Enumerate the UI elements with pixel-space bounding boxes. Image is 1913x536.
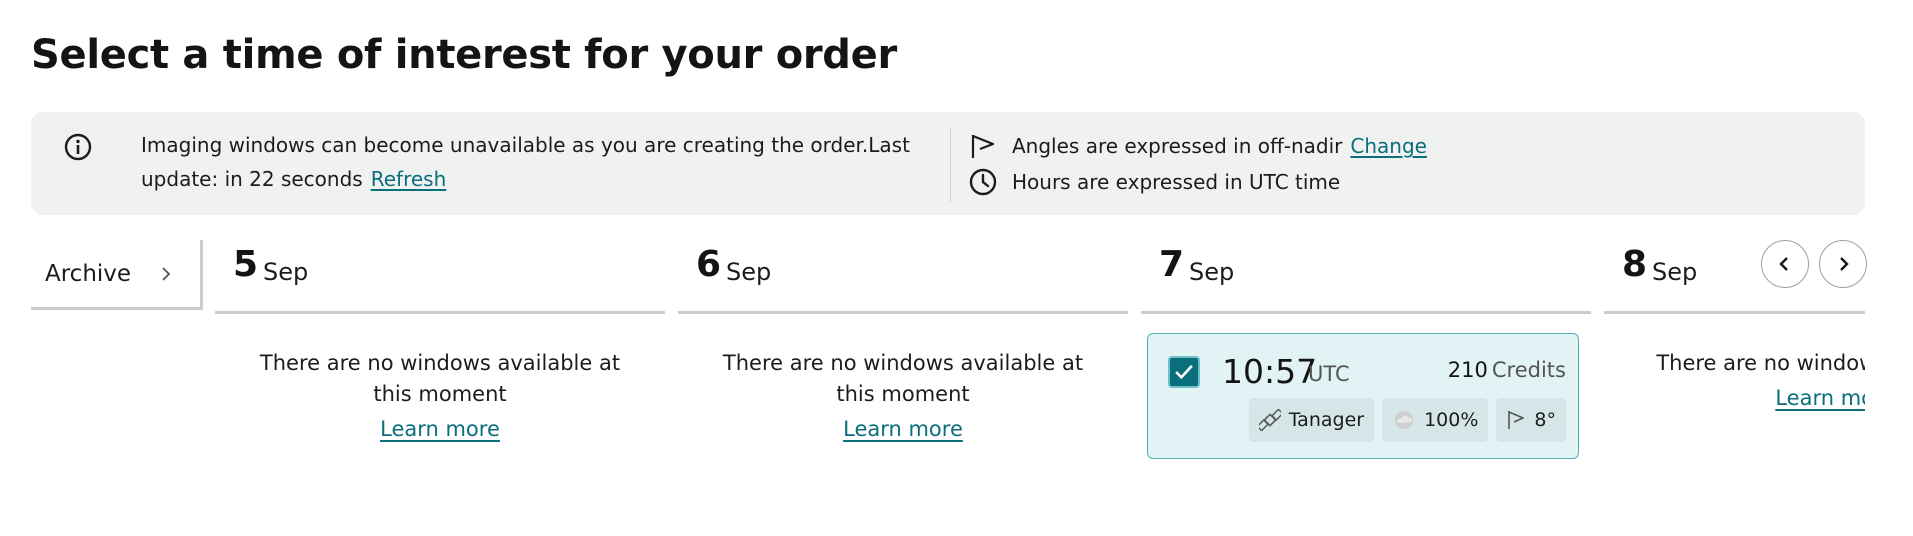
archive-tab[interactable]: Archive	[31, 240, 203, 310]
availability-notice: Imaging windows can become unavailable a…	[63, 128, 923, 196]
credits-value: 210	[1447, 358, 1488, 382]
availability-text-block: Imaging windows can become unavailable a…	[141, 128, 941, 196]
empty-state: There are no windows a moment Learn mor	[1604, 348, 1865, 414]
refresh-link[interactable]: Refresh	[371, 167, 447, 191]
angles-row: Angles are expressed in off-nadir Change	[968, 128, 1848, 164]
chevron-right-icon	[1840, 257, 1849, 271]
availability-text: Imaging windows can become unavailable a…	[141, 133, 910, 191]
empty-text: There are no windows available at this m…	[259, 351, 621, 406]
day-month: Sep	[726, 258, 772, 286]
info-icon	[64, 133, 92, 161]
day-column-6: 6 Sep There are no windows available at …	[678, 240, 1128, 445]
day-column-5: 5 Sep There are no windows available at …	[215, 240, 665, 445]
off-nadir-angle-icon	[971, 134, 995, 158]
angles-text: Angles are expressed in off-nadir	[1012, 134, 1343, 158]
previous-days-button[interactable]	[1761, 240, 1809, 288]
info-banner: Imaging windows can become unavailable a…	[31, 112, 1865, 215]
satellite-name: Tanager	[1288, 409, 1365, 431]
slot-credits: 210 Credits	[1448, 358, 1566, 382]
day-number: 8	[1622, 244, 1648, 285]
empty-state: There are no windows available at this m…	[678, 348, 1128, 445]
day-header: 6 Sep	[678, 240, 1128, 314]
cloud-cover-value: 100%	[1424, 409, 1479, 431]
imaging-window-card[interactable]: 10:57 UTC 210 Credits Tanager 100% 8°	[1147, 333, 1579, 459]
day-month: Sep	[1652, 258, 1698, 286]
learn-more-link[interactable]: Learn more	[380, 414, 500, 445]
day-header: 7 Sep	[1141, 240, 1591, 314]
satellite-chip: Tanager	[1248, 398, 1375, 442]
hours-row: Hours are expressed in UTC time	[968, 164, 1848, 200]
slot-checkbox[interactable]	[1168, 356, 1200, 388]
archive-label: Archive	[45, 260, 132, 287]
day-number: 5	[233, 244, 259, 285]
page-title: Select a time of interest for your order	[31, 32, 897, 78]
day-month: Sep	[263, 258, 309, 286]
learn-more-link[interactable]: Learn mor	[1775, 383, 1865, 414]
slot-time: 10:57	[1222, 352, 1318, 391]
slot-attributes: Tanager 100% 8°	[1248, 398, 1566, 442]
hours-text: Hours are expressed in UTC time	[1012, 170, 1341, 194]
day-number: 7	[1159, 244, 1185, 285]
learn-more-link[interactable]: Learn more	[843, 414, 963, 445]
empty-text: There are no windows a moment	[1656, 351, 1865, 375]
change-link[interactable]: Change	[1350, 134, 1427, 158]
angle-chip: 8°	[1496, 398, 1566, 442]
day-number: 6	[696, 244, 722, 285]
next-days-button[interactable]	[1819, 240, 1867, 288]
angle-value: 8°	[1534, 409, 1556, 431]
clock-icon	[969, 168, 997, 196]
chevron-right-icon	[162, 267, 171, 281]
chevron-left-icon	[1779, 257, 1788, 271]
empty-state: There are no windows available at this m…	[215, 348, 665, 445]
day-column-7: 7 Sep	[1141, 240, 1591, 314]
divider	[950, 128, 951, 202]
slot-timezone: UTC	[1308, 362, 1350, 386]
day-month: Sep	[1189, 258, 1235, 286]
cloud-icon	[1395, 411, 1414, 429]
cloud-cover-chip: 100%	[1382, 398, 1489, 442]
satellite-icon	[1258, 409, 1281, 431]
day-header: 5 Sep	[215, 240, 665, 314]
empty-text: There are no windows available at this m…	[722, 351, 1084, 406]
off-nadir-angle-icon	[1508, 411, 1525, 429]
checkmark-icon	[1175, 364, 1193, 380]
credits-label: Credits	[1491, 358, 1566, 382]
units-notice: Angles are expressed in off-nadir Change…	[968, 128, 1848, 200]
